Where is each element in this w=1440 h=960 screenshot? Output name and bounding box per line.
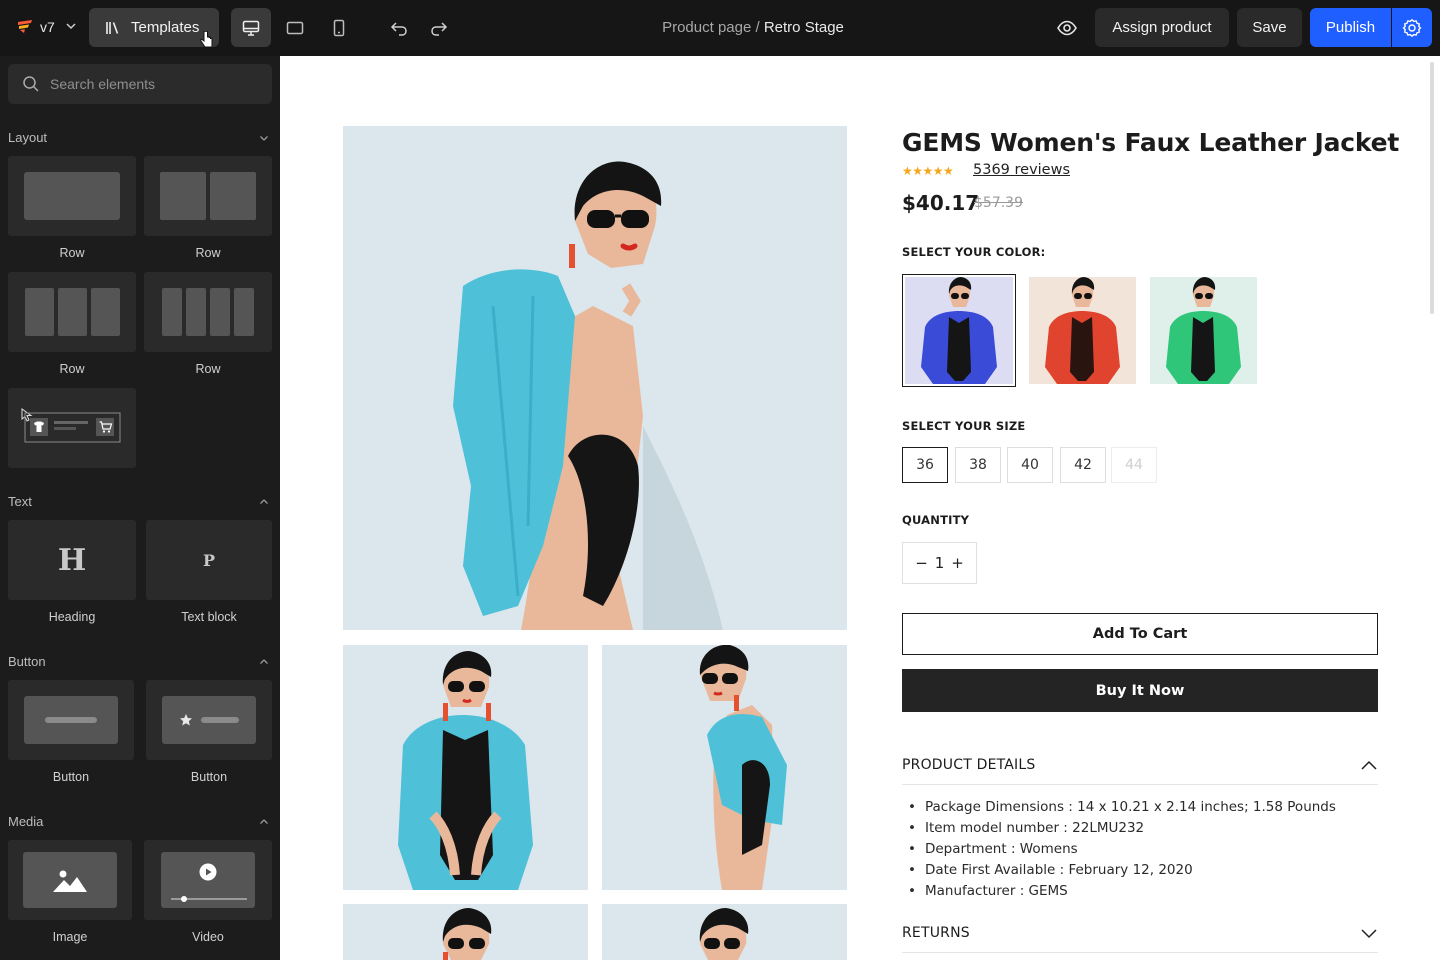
product-price: $40.17 [902, 191, 980, 215]
paragraph-glyph: P [202, 550, 216, 570]
layout-row-1col-tile[interactable] [8, 156, 136, 236]
color-swatch-blue[interactable] [902, 274, 1016, 387]
preview-eye-icon[interactable] [1055, 16, 1079, 40]
product-details-accordion[interactable]: PRODUCT DETAILS [902, 757, 1378, 785]
add-to-cart-button[interactable]: Add To Cart [902, 613, 1378, 655]
detail-item: Department : Womens [908, 839, 1336, 860]
gallery-image-4[interactable] [343, 904, 588, 960]
model-photo-thumb-front [343, 645, 588, 890]
tile-label: Video [192, 930, 224, 944]
quantity-increase-button[interactable]: + [951, 554, 965, 572]
breadcrumb-path[interactable]: Product page [662, 19, 751, 36]
chevron-down-icon [1361, 929, 1377, 939]
gallery-image-3[interactable] [602, 645, 847, 890]
text-block-tile[interactable]: P [146, 520, 272, 600]
rating-stars-icon: ★★★★★ [902, 164, 954, 178]
tile-label: Row [195, 362, 221, 376]
section-title-media[interactable]: Media [8, 814, 43, 829]
tile-label: Row [59, 362, 85, 376]
chevron-up-icon[interactable] [258, 656, 270, 668]
size-option-36[interactable]: 36 [902, 447, 948, 483]
tile-label: Row [195, 246, 221, 260]
layout-row-2col-tile[interactable] [144, 156, 272, 236]
tile-label: Button [52, 770, 90, 784]
tile-label: Button [190, 770, 228, 784]
video-tile[interactable] [144, 840, 272, 920]
top-toolbar: v7 Templates Product page / Retro Stage … [0, 0, 1440, 56]
product-block-icon [21, 408, 121, 443]
detail-item: Date First Available : February 12, 2020 [908, 860, 1336, 881]
heading-glyph: H [57, 542, 87, 578]
publish-button[interactable]: Publish [1310, 8, 1391, 47]
section-title-button[interactable]: Button [8, 654, 46, 669]
icon-button-tile[interactable] [146, 680, 272, 760]
elements-sidebar: Layout Row Row Row Row Text H Heading [0, 56, 280, 960]
star-icon [180, 714, 192, 726]
chevron-up-icon[interactable] [258, 816, 270, 828]
model-photo-thumb-5 [602, 904, 847, 960]
detail-item: Package Dimensions : 14 x 10.21 x 2.14 i… [908, 797, 1336, 818]
heading-tile[interactable]: H [8, 520, 136, 600]
gear-icon [1402, 18, 1422, 37]
product-details-list: Package Dimensions : 14 x 10.21 x 2.14 i… [908, 797, 1336, 902]
quantity-stepper: − 1 + [902, 542, 977, 584]
quantity-label: QUANTITY [902, 513, 970, 527]
swatch-photo-blue [905, 277, 1013, 384]
buy-now-button[interactable]: Buy It Now [902, 669, 1378, 712]
detail-item: Item model number : 22LMU232 [908, 818, 1336, 839]
product-block-tile[interactable] [8, 388, 136, 468]
returns-accordion[interactable]: RETURNS [902, 925, 1378, 953]
page-canvas: GEMS Women's Faux Leather Jacket ★★★★★ 5… [280, 56, 1440, 960]
compare-price: $57.39 [974, 195, 1023, 211]
color-swatch-green[interactable] [1150, 277, 1257, 384]
image-icon [53, 870, 87, 892]
gallery-image-2[interactable] [343, 645, 588, 890]
quantity-decrease-button[interactable]: − [915, 554, 929, 572]
layout-row-3col-tile[interactable] [8, 272, 136, 352]
tile-label: Row [59, 246, 85, 260]
publish-settings-button[interactable] [1392, 8, 1432, 47]
breadcrumb-separator: / [755, 19, 760, 36]
breadcrumb-current: Retro Stage [763, 19, 844, 36]
chevron-up-icon [1361, 760, 1377, 770]
section-title-text[interactable]: Text [8, 494, 32, 509]
size-option-42[interactable]: 42 [1060, 447, 1106, 483]
main-product-image[interactable] [343, 126, 847, 630]
size-option-40[interactable]: 40 [1007, 447, 1053, 483]
layout-row-4col-tile[interactable] [144, 272, 272, 352]
save-button[interactable]: Save [1237, 8, 1302, 47]
product-title: GEMS Women's Faux Leather Jacket [902, 128, 1400, 157]
chevron-up-icon[interactable] [258, 496, 270, 508]
size-option-38[interactable]: 38 [955, 447, 1001, 483]
image-tile[interactable] [8, 840, 132, 920]
detail-item: Manufacturer : GEMS [908, 881, 1336, 902]
swatch-photo-green [1150, 277, 1257, 384]
size-option-44[interactable]: 44 [1111, 447, 1157, 483]
tile-label: Text block [181, 610, 237, 624]
swatch-photo-red [1029, 277, 1136, 384]
reviews-link[interactable]: 5369 reviews [973, 162, 1070, 178]
quantity-value[interactable]: 1 [933, 554, 947, 572]
search-box[interactable] [8, 64, 272, 104]
tile-label: Image [52, 930, 88, 944]
play-icon [199, 863, 217, 881]
tile-label: Heading [48, 610, 96, 624]
model-photo-thumb-4 [343, 904, 588, 960]
gallery-image-5[interactable] [602, 904, 847, 960]
model-photo-main [343, 126, 847, 630]
accordion-title: RETURNS [902, 925, 970, 941]
size-label: SELECT YOUR SIZE [902, 419, 1026, 433]
assign-product-button[interactable]: Assign product [1095, 8, 1229, 47]
chevron-down-icon[interactable] [258, 132, 270, 144]
section-title-layout[interactable]: Layout [8, 130, 47, 145]
canvas-scrollbar[interactable] [1430, 62, 1434, 314]
model-photo-thumb-side [602, 645, 847, 890]
accordion-title: PRODUCT DETAILS [902, 757, 1036, 773]
search-icon [23, 76, 39, 92]
color-label: SELECT YOUR COLOR: [902, 245, 1046, 259]
color-swatch-red[interactable] [1029, 277, 1136, 384]
button-tile[interactable] [8, 680, 134, 760]
search-input[interactable] [50, 76, 260, 92]
